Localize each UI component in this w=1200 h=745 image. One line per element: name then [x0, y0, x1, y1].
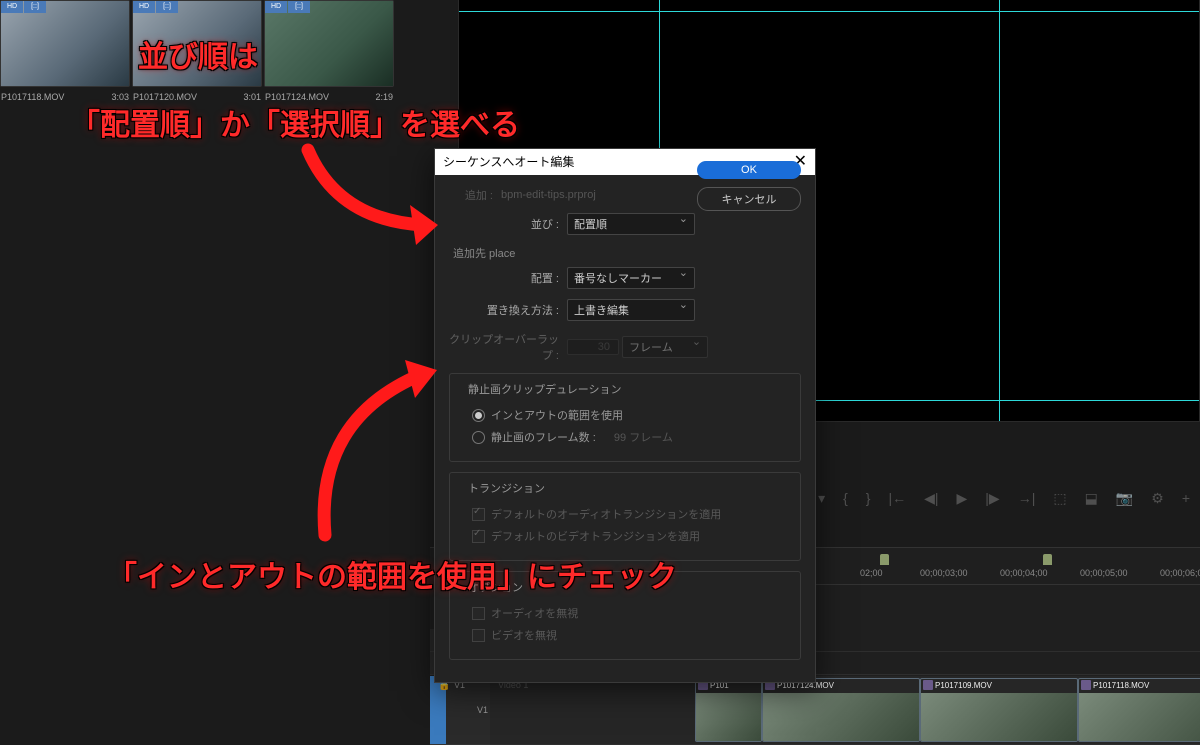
track-header-v1[interactable]: V1 🔒 V1	[430, 676, 494, 745]
method-label: 置き換え方法 :	[449, 302, 567, 318]
step-back-icon[interactable]: ◀|	[924, 490, 938, 507]
track-v1[interactable]: Video 1 P101 P1017124.MOV P1017109.MOV P…	[490, 676, 1200, 745]
check-ignore-audio: オーディオを無視	[472, 605, 792, 621]
transition-group: トランジション デフォルトのオーディオトランジションを適用 デフォルトのビデオト…	[449, 472, 801, 561]
ruler-tick: 00;00;03;00	[920, 568, 968, 578]
check-default-audio-trans: デフォルトのオーディオトランジションを適用	[472, 506, 792, 522]
radio-frame-count[interactable]: 静止画のフレーム数 : 99 フレーム	[472, 429, 792, 445]
timeline-clip[interactable]: P1017109.MOV	[920, 678, 1078, 742]
ok-button[interactable]: OK	[697, 161, 801, 179]
ordering-label: 並び :	[449, 216, 567, 232]
automate-to-sequence-dialog: シーケンスへオート編集 ✕ OK キャンセル 追加 :bpm-edit-tips…	[434, 148, 816, 683]
timeline-clip[interactable]: P101	[695, 678, 762, 742]
still-duration-group: 静止画クリップデュレーション インとアウトの範囲を使用 静止画のフレーム数 : …	[449, 373, 801, 462]
overlap-value: 30	[567, 339, 619, 355]
timeline-clip[interactable]: P1017118.MOV	[1078, 678, 1200, 742]
add-marker-icon[interactable]: ▾	[818, 490, 825, 507]
overlap-label: クリップオーバーラップ :	[449, 331, 567, 363]
more-icon[interactable]: +	[1182, 490, 1190, 507]
extract-icon[interactable]: ⬓	[1085, 490, 1098, 507]
go-in-icon[interactable]: |←	[888, 490, 906, 507]
clip-thumb[interactable]: HD[::] P1017118.MOV3:03	[0, 0, 130, 87]
clip-thumb[interactable]: HD[::] P1017124.MOV2:19	[264, 0, 394, 87]
export-frame-icon[interactable]: 📷	[1116, 490, 1133, 507]
timeline-clip[interactable]: P1017124.MOV	[762, 678, 920, 742]
transport-controls: ▾ { } |← ◀| ▶ |▶ →| ⬚ ⬓ 📷 ⚙ +	[818, 490, 1190, 507]
step-fwd-icon[interactable]: |▶	[985, 490, 999, 507]
annotation-text: 「配置順」か「選択順」を選べる	[70, 100, 520, 144]
in-icon[interactable]: {	[843, 490, 848, 507]
annotation-text: 「インとアウトの範囲を使用」にチェック	[107, 552, 677, 596]
ruler-tick: 00;00;05;00	[1080, 568, 1128, 578]
check-default-video-trans: デフォルトのビデオトランジションを適用	[472, 528, 792, 544]
out-icon[interactable]: }	[866, 490, 871, 507]
settings-icon[interactable]: ⚙	[1151, 490, 1164, 507]
method-select[interactable]: 上書き編集	[567, 299, 695, 321]
go-out-icon[interactable]: →|	[1018, 490, 1036, 507]
ruler-tick: 00;00;04;00	[1000, 568, 1048, 578]
overlap-unit: フレーム	[629, 342, 673, 354]
annotation-text: 並び順は	[138, 32, 258, 76]
ruler-tick: 00;00;06;00	[1160, 568, 1200, 578]
section-title: 追加先 place	[453, 245, 801, 261]
check-ignore-video: ビデオを無視	[472, 627, 792, 643]
ordering-select[interactable]: 配置順	[567, 213, 695, 235]
transition-title: トランジション	[464, 480, 549, 496]
lift-icon[interactable]: ⬚	[1053, 490, 1066, 507]
placement-select[interactable]: 番号なしマーカー	[567, 267, 695, 289]
still-title: 静止画クリップデュレーション	[464, 381, 626, 397]
dialog-title-text: シーケンスへオート編集	[443, 149, 574, 175]
radio-use-inout[interactable]: インとアウトの範囲を使用	[472, 407, 792, 423]
thumb-name: P1017118.MOV	[1, 92, 64, 102]
fx-icon	[1081, 680, 1091, 690]
play-icon[interactable]: ▶	[957, 490, 968, 507]
placement-label: 配置 :	[449, 270, 567, 286]
project-label: 追加 :	[449, 187, 501, 203]
fx-icon	[923, 680, 933, 690]
ruler-tick: 02;00	[860, 568, 883, 578]
project-value: bpm-edit-tips.prproj	[501, 189, 596, 201]
cancel-button[interactable]: キャンセル	[697, 187, 801, 211]
